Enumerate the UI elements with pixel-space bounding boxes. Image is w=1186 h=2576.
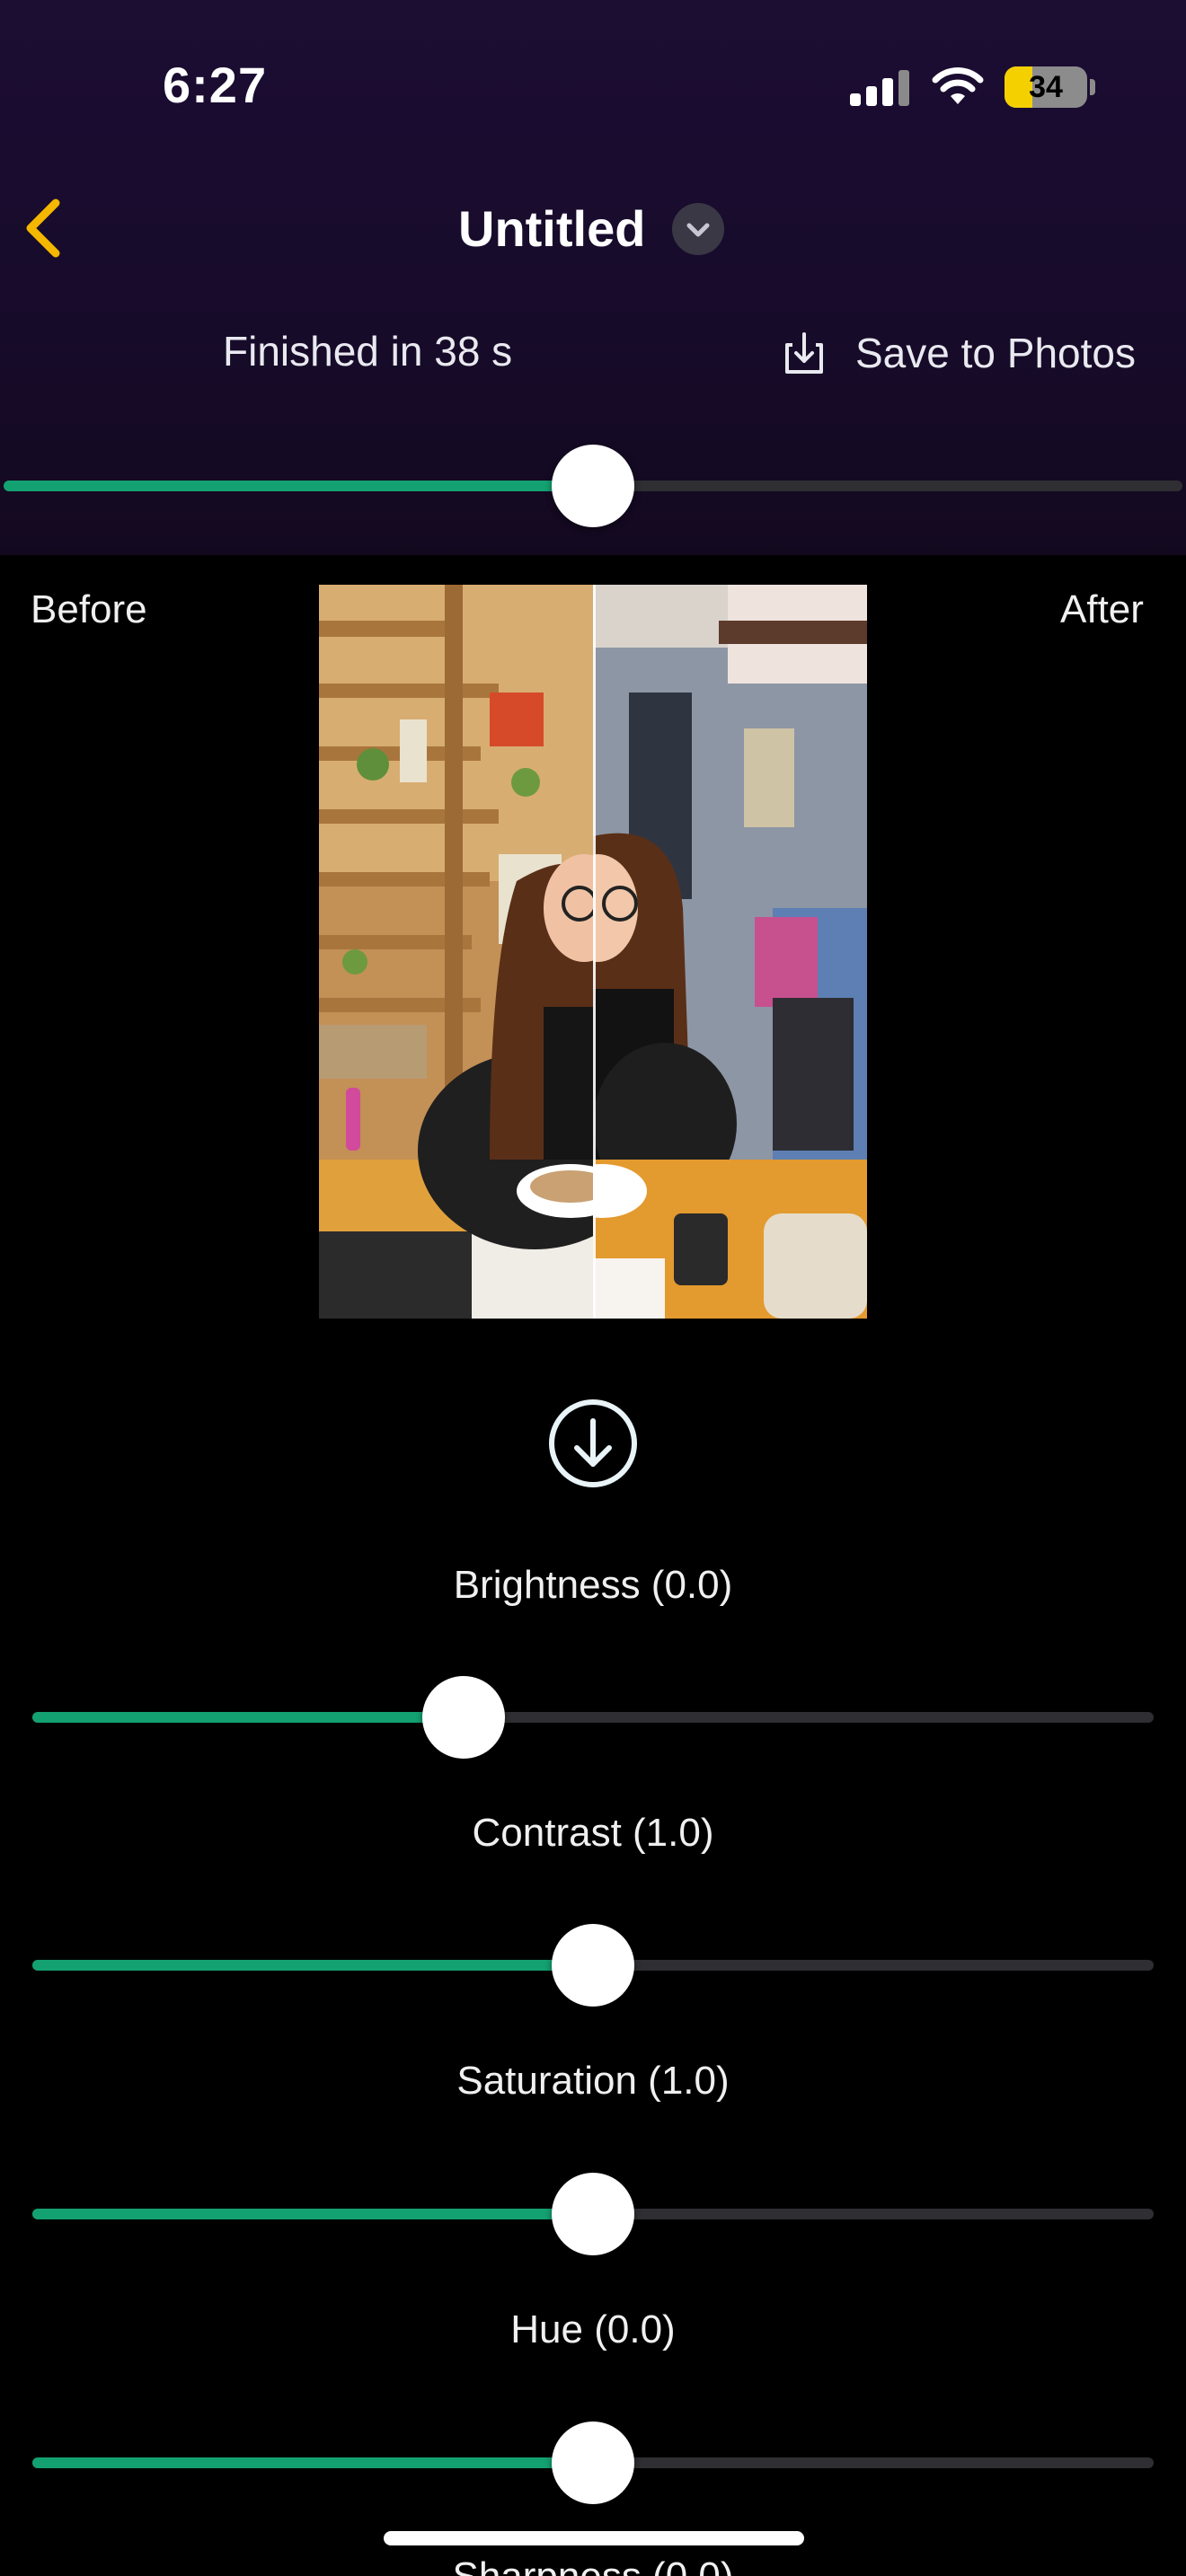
save-download-icon: [785, 332, 823, 374]
status-time: 6:27: [163, 57, 268, 113]
battery-icon: 34: [1005, 66, 1087, 108]
editor-header: 6:27 34 Untitled Finished in 38 s Save t…: [0, 0, 1186, 555]
download-circle-icon[interactable]: [547, 1398, 639, 1489]
slider-fill: [32, 1712, 465, 1723]
contrast-label: Contrast (1.0): [472, 1811, 714, 1855]
battery-cap: [1090, 79, 1095, 95]
slider-fill: [32, 2457, 593, 2468]
after-image: [593, 585, 867, 1319]
save-to-photos-label: Save to Photos: [855, 330, 1136, 376]
chevron-down-icon[interactable]: [672, 203, 724, 255]
before-label: Before: [31, 587, 147, 631]
saturation-slider-thumb[interactable]: [552, 2173, 634, 2255]
before-image: [319, 585, 593, 1319]
brightness-slider[interactable]: [32, 1712, 1154, 1723]
brightness-slider-thumb[interactable]: [422, 1676, 506, 1759]
slider-fill: [4, 481, 593, 491]
page-title[interactable]: Untitled: [458, 199, 645, 258]
compare-divider-line[interactable]: [593, 585, 596, 1319]
saturation-label: Saturation (1.0): [456, 2059, 730, 2103]
cellular-signal-icon: [850, 70, 909, 106]
slider-fill: [32, 1960, 593, 1971]
photo-comparison[interactable]: [319, 585, 867, 1319]
hue-label: Hue (0.0): [510, 2307, 676, 2351]
brightness-label: Brightness (0.0): [453, 1563, 733, 1607]
back-chevron-icon[interactable]: [20, 192, 70, 264]
after-label: After: [1060, 587, 1144, 631]
slider-fill: [32, 2209, 593, 2219]
compare-slider-thumb[interactable]: [552, 445, 634, 527]
home-indicator: [384, 2531, 804, 2545]
processing-status: Finished in 38 s: [223, 328, 513, 375]
hue-slider-thumb[interactable]: [552, 2422, 634, 2504]
contrast-slider-thumb[interactable]: [552, 1924, 634, 2007]
sharpness-label: Sharpness (0.0): [0, 2554, 1186, 2576]
wifi-icon: [932, 67, 984, 104]
battery-percent: 34: [1029, 70, 1063, 104]
save-to-photos-button[interactable]: Save to Photos: [780, 322, 1136, 384]
